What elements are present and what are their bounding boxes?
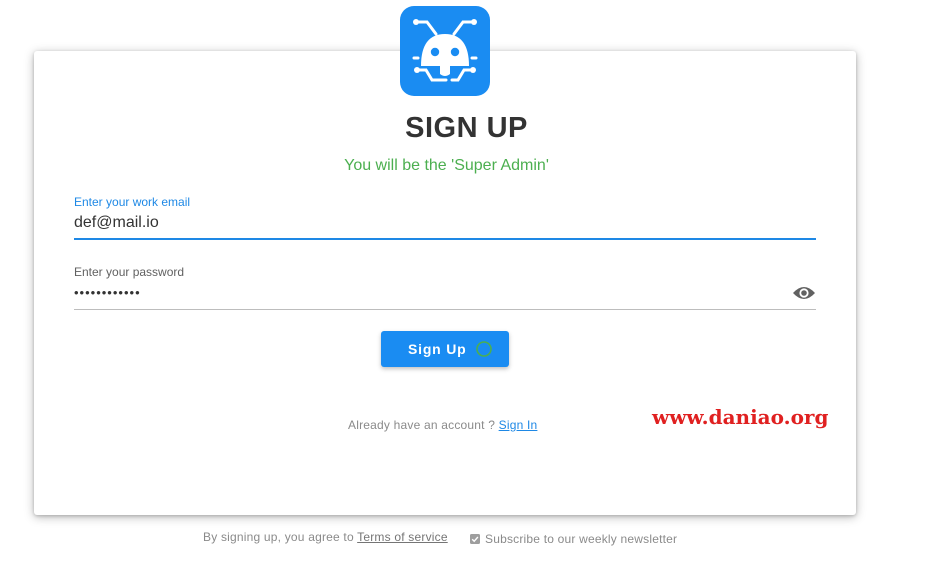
spinner-icon bbox=[475, 340, 493, 358]
robot-logo-icon bbox=[400, 6, 490, 96]
eye-icon[interactable] bbox=[792, 284, 816, 302]
checkbox-icon[interactable] bbox=[470, 533, 480, 544]
signin-prompt-text: Already have an account ? bbox=[348, 418, 499, 432]
terms-link[interactable]: Terms of service bbox=[357, 530, 448, 544]
signup-page: SIGN UP You will be the 'Super Admin' En… bbox=[0, 0, 933, 565]
sign-up-button[interactable]: Sign Up bbox=[381, 331, 509, 367]
terms-prefix: By signing up, you agree to bbox=[203, 530, 358, 544]
terms-notice: By signing up, you agree to Terms of ser… bbox=[203, 530, 448, 544]
email-field[interactable] bbox=[74, 212, 816, 234]
newsletter-label: Subscribe to our weekly newsletter bbox=[485, 532, 678, 546]
email-underline bbox=[74, 238, 816, 240]
watermark: www.daniao.org bbox=[652, 405, 829, 429]
email-label: Enter your work email bbox=[74, 195, 191, 209]
sign-up-button-label: Sign Up bbox=[408, 341, 467, 357]
password-label: Enter your password bbox=[74, 265, 185, 279]
newsletter-option: Subscribe to our weekly newsletter bbox=[470, 532, 677, 546]
password-underline bbox=[74, 309, 816, 310]
signin-prompt: Already have an account ? Sign In bbox=[348, 418, 537, 432]
page-title: SIGN UP bbox=[405, 112, 528, 144]
sign-in-link[interactable]: Sign In bbox=[499, 418, 538, 432]
password-field[interactable] bbox=[74, 282, 816, 302]
role-subtitle: You will be the 'Super Admin' bbox=[344, 157, 549, 174]
